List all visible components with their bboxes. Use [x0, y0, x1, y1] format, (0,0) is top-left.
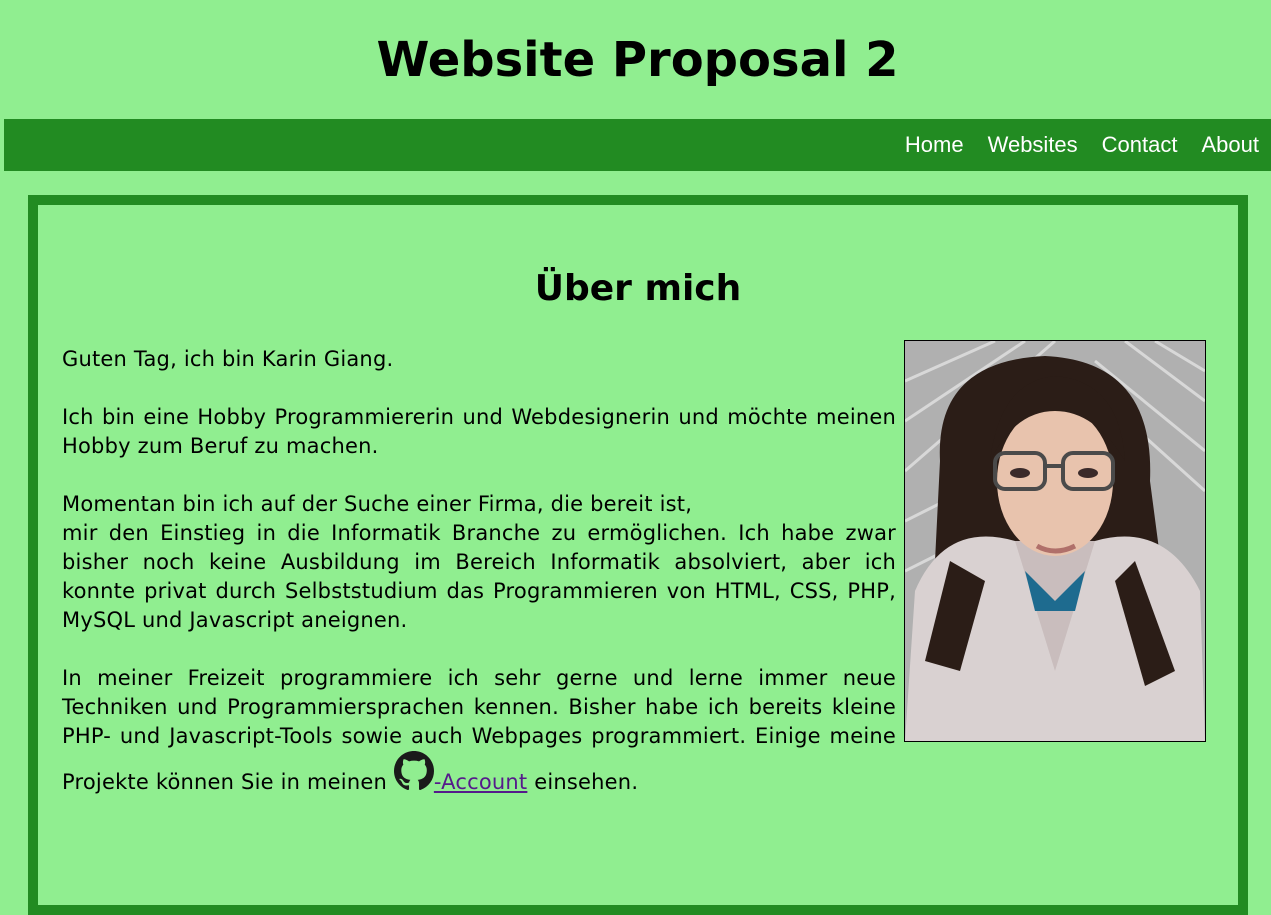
greeting-text: Guten Tag, ich bin Karin Giang.: [62, 345, 896, 374]
search-paragraph-line1: Momentan bin ich auf der Suche einer Fir…: [62, 492, 692, 516]
navbar: Home Websites Contact About: [4, 119, 1271, 171]
profile-photo: [904, 340, 1206, 742]
profile-photo-illustration: [905, 341, 1205, 741]
nav-item-websites: Websites: [976, 119, 1090, 171]
nav-link-contact[interactable]: Contact: [1090, 119, 1190, 171]
github-link-text[interactable]: -Account: [434, 770, 528, 794]
about-text: Guten Tag, ich bin Karin Giang. Ich bin …: [62, 345, 896, 797]
nav-item-contact: Contact: [1090, 119, 1190, 171]
search-paragraph: Momentan bin ich auf der Suche einer Fir…: [62, 490, 896, 635]
free-time-paragraph: In meiner Freizeit programmiere ich sehr…: [62, 664, 896, 797]
nav-link-home[interactable]: Home: [893, 119, 976, 171]
section-heading: Über mich: [38, 267, 1238, 311]
site-title: Website Proposal 2: [0, 30, 1271, 90]
about-section: Über mich: [28, 195, 1248, 915]
hobby-paragraph: Ich bin eine Hobby Programmiererin und W…: [62, 403, 896, 461]
nav-link-about[interactable]: About: [1190, 119, 1271, 171]
nav-link-websites[interactable]: Websites: [976, 119, 1090, 171]
search-paragraph-rest: mir den Einstieg in die Informatik Branc…: [62, 521, 896, 632]
github-account-link[interactable]: -Account: [394, 770, 528, 794]
nav-list: Home Websites Contact About: [893, 119, 1271, 171]
free-time-text-end: einsehen.: [527, 770, 638, 794]
github-icon[interactable]: [394, 751, 434, 791]
nav-item-home: Home: [893, 119, 976, 171]
nav-item-about: About: [1190, 119, 1271, 171]
